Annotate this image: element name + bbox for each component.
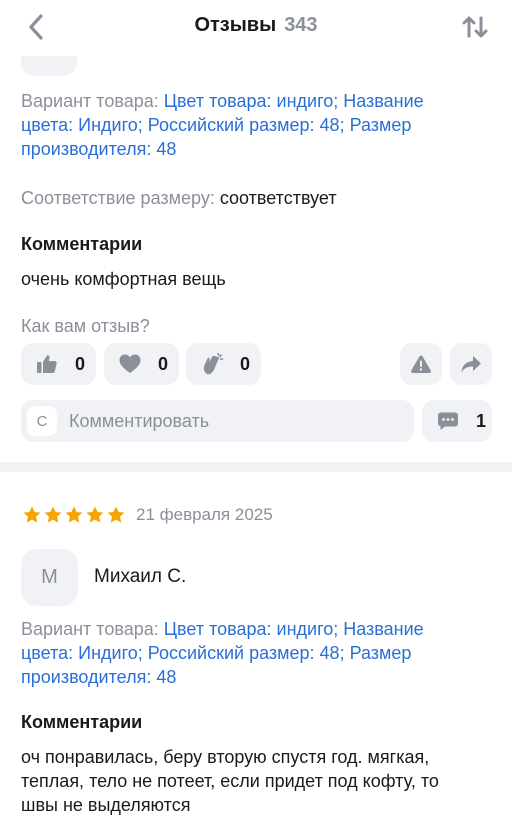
sort-arrows-icon — [462, 16, 488, 38]
heart-icon — [118, 352, 142, 376]
claps-count: 0 — [240, 353, 251, 374]
variant-value: производителя: 48 — [21, 667, 177, 687]
fit-value: соответствует — [219, 188, 337, 208]
comments-heading: Комментарии — [21, 234, 143, 254]
rating-stars: 21 февраля 2025 — [22, 505, 273, 525]
clap-icon — [200, 352, 224, 376]
size-fit: Соответствие размеру: соответствует — [21, 186, 491, 210]
rate-question: Как вам отзыв? — [21, 316, 150, 336]
report-button[interactable] — [400, 343, 442, 385]
top-bar: Отзывы 343 — [0, 0, 512, 56]
page-title: Отзывы 343 — [0, 14, 512, 37]
avatar: С — [27, 406, 57, 436]
review-text-line: швы не выделяются — [21, 795, 191, 815]
star-icon — [86, 506, 104, 523]
likes-count: 0 — [75, 353, 86, 374]
variant-label: Вариант товара: — [21, 91, 164, 111]
fit-label: Соответствие размеру: — [21, 188, 220, 208]
comments-button[interactable]: 1 — [422, 400, 492, 442]
review-text: очень комфортная вещь — [21, 269, 226, 289]
star-icon — [23, 506, 41, 523]
like-button[interactable]: 0 — [21, 343, 96, 385]
reviews-count: 343 — [284, 14, 318, 36]
comment-bubble-icon — [436, 409, 460, 433]
variant-label: Вариант товара: — [21, 619, 164, 639]
variant-value: Цвет товара: индиго; Название — [163, 619, 424, 639]
star-icon — [65, 506, 83, 523]
section-divider — [0, 462, 512, 472]
sort-button[interactable] — [460, 12, 490, 42]
heart-button[interactable]: 0 — [104, 343, 179, 385]
author-name: Михаил С. — [94, 566, 187, 587]
avatar: М — [21, 549, 78, 606]
comment-input[interactable]: С Комментировать — [21, 400, 414, 442]
title-text: Отзывы — [194, 14, 277, 36]
product-variant: Вариант товара: Цвет товара: индиго; Наз… — [21, 89, 491, 161]
hearts-count: 0 — [158, 353, 169, 374]
review-date: 21 февраля 2025 — [136, 505, 273, 524]
variant-value: производителя: 48 — [21, 139, 177, 159]
product-variant: Вариант товара: Цвет товара: индиго; Наз… — [21, 617, 491, 689]
review-text: оч понравилась, беру вторую спустя год. … — [21, 745, 491, 817]
variant-value: цвета: Индиго; Российский размер: 48; Ра… — [21, 643, 412, 663]
comment-placeholder: Комментировать — [69, 410, 210, 431]
comments-heading: Комментарии — [21, 712, 143, 732]
clap-button[interactable]: 0 — [186, 343, 261, 385]
thumb-up-icon — [35, 352, 59, 376]
comments-count: 1 — [476, 410, 487, 431]
review-text-line: оч понравилась, беру вторую спустя год. … — [21, 747, 430, 767]
share-icon — [459, 352, 483, 376]
share-button[interactable] — [450, 343, 492, 385]
variant-value: цвета: Индиго; Российский размер: 48; Ра… — [21, 115, 412, 135]
variant-value: Цвет товара: индиго; Название — [163, 91, 424, 111]
star-icon — [107, 506, 125, 523]
warning-icon — [409, 352, 433, 376]
star-icon — [44, 506, 62, 523]
review-text-line: теплая, тело не потеет, если придет под … — [21, 771, 439, 791]
